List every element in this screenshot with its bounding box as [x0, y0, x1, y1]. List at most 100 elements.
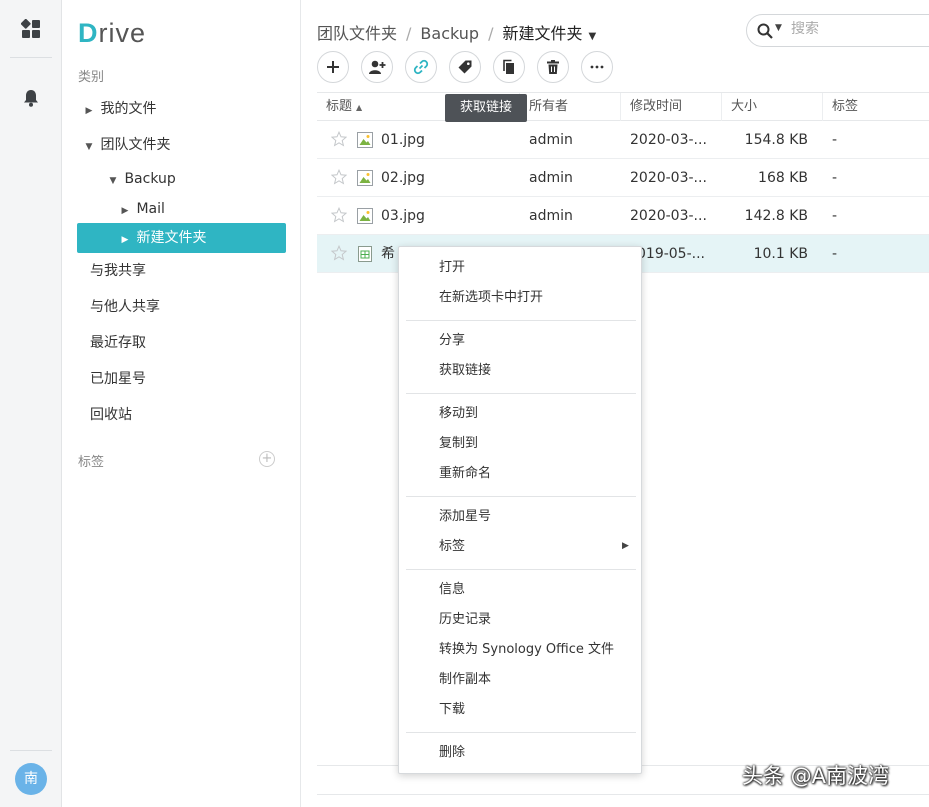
breadcrumb-backup[interactable]: Backup: [420, 24, 479, 43]
file-size: 154.8 KB: [744, 132, 808, 148]
chevron-down-icon[interactable]: ▼: [588, 31, 596, 42]
tree-item-team-folder[interactable]: ▼ 团队文件夹: [82, 130, 171, 162]
more-actions-button[interactable]: [581, 51, 613, 83]
menu-item-copy-to[interactable]: 复制到: [439, 429, 478, 459]
menu-item-rename[interactable]: 重新命名: [439, 459, 491, 489]
breadcrumb-separator: /: [406, 24, 412, 43]
get-link-tooltip: 获取链接: [445, 94, 527, 122]
tree-item-label: Mail: [136, 201, 165, 217]
menu-item-history[interactable]: 历史记录: [439, 605, 491, 635]
search-options-caret-icon[interactable]: ▼: [775, 23, 782, 33]
menu-item-convert-office[interactable]: 转换为 Synology Office 文件: [439, 635, 614, 665]
app-rail: 南: [0, 0, 62, 807]
menu-item-share[interactable]: 分享: [439, 326, 465, 356]
link-icon: [413, 59, 429, 75]
breadcrumb-separator: /: [488, 24, 494, 43]
copy-button[interactable]: [493, 51, 525, 83]
file-name: 02.jpg: [381, 170, 425, 186]
nav-shared-with-me[interactable]: 与我共享: [90, 256, 146, 286]
column-header-modified[interactable]: 修改时间: [620, 93, 721, 121]
submenu-arrow-icon: ▶: [622, 541, 629, 551]
tag-button[interactable]: [449, 51, 481, 83]
rail-divider: [10, 750, 52, 751]
menu-divider: [406, 393, 636, 394]
menu-divider: [406, 732, 636, 733]
tree-item-label: Backup: [124, 171, 176, 187]
create-button[interactable]: [317, 51, 349, 83]
caret-right-icon[interactable]: ▶: [118, 196, 132, 226]
nav-recent[interactable]: 最近存取: [90, 328, 146, 358]
file-tags: -: [832, 170, 838, 186]
tree-item-backup[interactable]: ▼ Backup: [106, 164, 176, 194]
caret-down-icon[interactable]: ▼: [106, 166, 120, 196]
share-button[interactable]: [361, 51, 393, 83]
column-header-owner[interactable]: 所有者: [519, 93, 620, 121]
caret-down-icon[interactable]: ▼: [82, 132, 96, 162]
file-table-header: 标题 ▲ 所有者 修改时间 大小 标签: [317, 92, 929, 121]
nav-starred[interactable]: 已加星号: [90, 364, 146, 394]
menu-item-open-new-tab[interactable]: 在新选项卡中打开: [439, 283, 543, 313]
breadcrumb: 团队文件夹 / Backup / 新建文件夹 ▼: [317, 20, 596, 44]
star-icon[interactable]: [331, 207, 347, 223]
column-header-tags[interactable]: 标签: [822, 93, 929, 121]
file-size: 168 KB: [758, 170, 808, 186]
caret-right-icon[interactable]: ▶: [118, 225, 132, 255]
file-size: 10.1 KB: [753, 246, 808, 262]
menu-item-download[interactable]: 下载: [439, 695, 465, 725]
star-icon[interactable]: [331, 245, 347, 261]
star-icon[interactable]: [331, 169, 347, 185]
divider: [317, 794, 929, 795]
watermark-text: 头条 @A南波湾: [742, 764, 890, 788]
menu-item-info[interactable]: 信息: [439, 575, 465, 605]
table-row[interactable]: 02.jpg admin 2020-03-... 168 KB -: [317, 159, 929, 197]
nav-shared-with-others[interactable]: 与他人共享: [90, 292, 160, 322]
nav-recycle-bin[interactable]: 回收站: [90, 400, 132, 430]
table-row[interactable]: 01.jpg admin 2020-03-... 154.8 KB -: [317, 121, 929, 159]
menu-item-add-star[interactable]: 添加星号: [439, 502, 491, 532]
copy-icon: [503, 59, 514, 74]
breadcrumb-current[interactable]: 新建文件夹: [502, 24, 582, 43]
file-name: 希: [381, 246, 395, 262]
drive-logo: Drive: [78, 18, 147, 48]
get-link-button[interactable]: [405, 51, 437, 83]
tree-item-my-files[interactable]: ▶ 我的文件: [82, 94, 157, 126]
file-name: 03.jpg: [381, 208, 425, 224]
menu-item-move-to[interactable]: 移动到: [439, 399, 478, 429]
column-header-size[interactable]: 大小: [721, 93, 822, 121]
menu-item-open[interactable]: 打开: [439, 253, 465, 283]
menu-item-delete[interactable]: 删除: [439, 738, 465, 768]
caret-right-icon[interactable]: ▶: [82, 96, 96, 126]
add-tag-icon[interactable]: +: [259, 451, 275, 467]
user-avatar[interactable]: 南: [15, 763, 47, 795]
notification-bell-icon[interactable]: [21, 88, 41, 108]
search-box[interactable]: ▼: [746, 14, 929, 47]
menu-item-make-copy[interactable]: 制作副本: [439, 665, 491, 695]
trash-icon: [547, 60, 559, 74]
spreadsheet-file-icon: [358, 246, 372, 262]
search-icon: [757, 23, 773, 39]
tree-item-label: 新建文件夹: [136, 230, 207, 246]
file-owner: admin: [529, 132, 573, 148]
table-row[interactable]: 03.jpg admin 2020-03-... 142.8 KB -: [317, 197, 929, 235]
tree-item-new-folder[interactable]: ▶ 新建文件夹: [77, 223, 286, 253]
sidebar: Drive 类别 ▶ 我的文件 ▼ 团队文件夹 ▼ Backup ▶ Mail …: [62, 0, 301, 807]
search-input[interactable]: [791, 21, 929, 37]
add-user-icon: [369, 60, 386, 74]
image-file-icon: [357, 170, 373, 186]
menu-item-get-link[interactable]: 获取链接: [439, 356, 491, 386]
more-dots-icon: [590, 65, 604, 69]
tree-item-mail[interactable]: ▶ Mail: [118, 194, 165, 224]
star-icon[interactable]: [331, 131, 347, 147]
tags-section-label: 标签: [78, 455, 105, 470]
file-modified: 2020-03-...: [630, 170, 707, 186]
tag-icon: [458, 60, 472, 74]
file-owner: admin: [529, 208, 573, 224]
image-file-icon: [357, 132, 373, 148]
dashboard-grid-icon[interactable]: [20, 18, 41, 39]
menu-item-tags[interactable]: 标签: [439, 532, 465, 562]
file-modified: 2020-03-...: [630, 132, 707, 148]
sort-ascending-icon[interactable]: ▲: [356, 103, 362, 112]
delete-button[interactable]: [537, 51, 569, 83]
file-name: 01.jpg: [381, 132, 425, 148]
breadcrumb-root[interactable]: 团队文件夹: [317, 24, 397, 43]
